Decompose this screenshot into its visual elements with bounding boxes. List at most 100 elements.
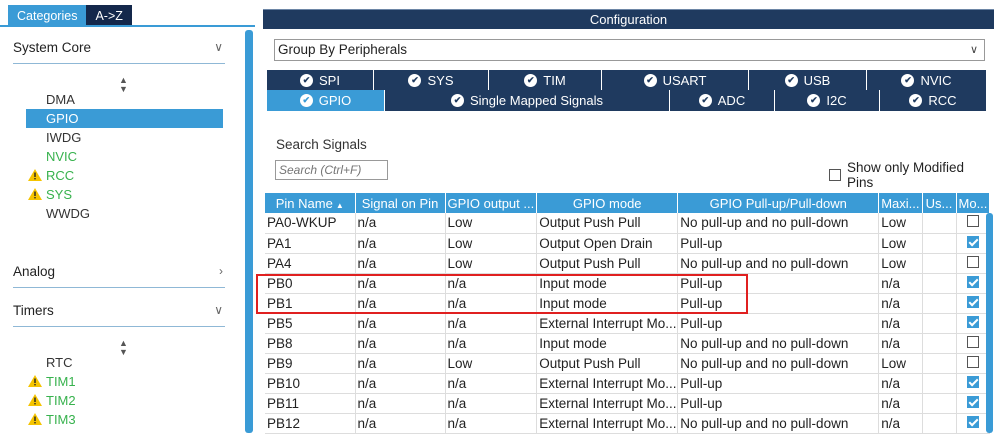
group-by-select[interactable]: Group By Peripherals ∨: [274, 39, 985, 61]
sidebar-scrollbar[interactable]: [245, 30, 253, 433]
sidebar-item-nvic[interactable]: NVIC: [26, 147, 223, 166]
tab-label: USART: [662, 72, 707, 88]
sidebar-item-rtc[interactable]: RTC: [26, 353, 223, 372]
table-cell-mode: External Interrupt Mo...: [536, 373, 679, 394]
check-circle-icon: ✔: [698, 94, 712, 107]
tab-nvic[interactable]: ✔ NVIC: [867, 70, 987, 90]
tab-label: I2C: [826, 93, 847, 108]
modified-checkbox[interactable]: [966, 415, 979, 428]
modified-checkbox[interactable]: [966, 375, 979, 388]
table-cell-modified: [956, 333, 991, 354]
sidebar-item-tim1[interactable]: TIM1: [26, 372, 223, 391]
col-max-speed[interactable]: Maxi...: [878, 193, 923, 213]
tab-categories[interactable]: Categories: [8, 5, 87, 25]
table-cell-pin: PA4: [265, 253, 356, 274]
section-analog[interactable]: Analog ›: [13, 264, 225, 288]
table-cell-output: Low: [445, 233, 538, 254]
table-scrollbar[interactable]: [986, 213, 993, 433]
col-pin-name[interactable]: Pin Name ▲: [265, 193, 356, 213]
table-cell-output: n/a: [445, 273, 538, 294]
table-cell-user: [922, 253, 957, 274]
table-cell-user: [922, 413, 957, 434]
col-signal-on-pin[interactable]: Signal on Pin: [355, 193, 446, 213]
modified-checkbox[interactable]: [966, 235, 979, 248]
table-cell-mode: Output Open Drain: [536, 233, 679, 254]
table-cell-output: n/a: [445, 373, 538, 394]
chevron-down-icon: ∨: [214, 303, 223, 317]
table-cell-modified: [956, 313, 991, 334]
tab-sys[interactable]: ✔ SYS: [374, 70, 489, 90]
table-cell-pull: Pull-up: [677, 393, 880, 414]
sidebar-item-wwdg[interactable]: WWDG: [26, 204, 223, 223]
modified-checkbox[interactable]: [966, 255, 979, 268]
tab-gpio[interactable]: ✔ GPIO: [267, 90, 385, 111]
tab-single-mapped-signals[interactable]: ✔ Single Mapped Signals: [385, 90, 670, 111]
tab-usart[interactable]: ✔ USART: [602, 70, 749, 90]
table-cell-user: [922, 213, 957, 234]
col-user-label[interactable]: Us...: [922, 193, 957, 213]
modified-checkbox[interactable]: [966, 215, 979, 228]
col-gpio-mode[interactable]: GPIO mode: [536, 193, 679, 213]
table-row[interactable]: PB9 n/a Low Output Push Pull No pull-up and …: [265, 353, 991, 374]
table-cell-pull: No pull-up and no pull-down: [677, 413, 880, 434]
table-cell-modified: [956, 253, 991, 274]
col-gpio-output[interactable]: GPIO output ...: [445, 193, 538, 213]
col-modified[interactable]: Mo...: [956, 193, 991, 213]
tab-adc[interactable]: ✔ ADC: [670, 90, 775, 111]
search-input[interactable]: [275, 160, 388, 180]
table-cell-user: [922, 233, 957, 254]
sidebar-item-dma[interactable]: DMA: [26, 90, 223, 109]
modified-checkbox[interactable]: [966, 335, 979, 348]
section-timers[interactable]: Timers ∨: [13, 303, 225, 327]
check-circle-icon: ✔: [807, 94, 821, 107]
table-cell-max: Low: [878, 213, 923, 234]
table-row[interactable]: PA1 n/a Low Output Open Drain Pull-up Low: [265, 233, 991, 254]
tab-i2c[interactable]: ✔ I2C: [775, 90, 880, 111]
tab-rcc[interactable]: ✔ RCC: [880, 90, 987, 111]
modified-checkbox[interactable]: [966, 355, 979, 368]
table-row[interactable]: PB10 n/a n/a External Interrupt Mo... Pull-u…: [265, 373, 991, 394]
sidebar-item-tim2[interactable]: TIM2: [26, 391, 223, 410]
table-cell-mode: Input mode: [536, 293, 679, 314]
tab-usb[interactable]: ✔ USB: [749, 70, 867, 90]
modified-checkbox[interactable]: [966, 295, 979, 308]
table-cell-signal: n/a: [355, 413, 446, 434]
sidebar-item-gpio[interactable]: GPIO: [26, 109, 223, 128]
table-row[interactable]: PA4 n/a Low Output Push Pull No pull-up and …: [265, 253, 991, 274]
sidebar-item-tim3[interactable]: TIM3: [26, 410, 223, 429]
col-gpio-pull[interactable]: GPIO Pull-up/Pull-down: [677, 193, 880, 213]
table-row[interactable]: PB12 n/a n/a External Interrupt Mo... No pul…: [265, 413, 991, 434]
check-circle-icon: ✔: [909, 94, 923, 107]
table-row[interactable]: PB11 n/a n/a External Interrupt Mo... Pull-u…: [265, 393, 991, 414]
table-cell-pull: No pull-up and no pull-down: [677, 353, 880, 374]
show-modified-label: Show only Modified Pins: [847, 160, 965, 190]
table-cell-max: n/a: [878, 413, 923, 434]
table-cell-modified: [956, 413, 991, 434]
table-cell-pin: PB5: [265, 313, 356, 334]
pin-table: Pin Name ▲ Signal on Pin GPIO output ... …: [265, 193, 991, 434]
sidebar-item-sys[interactable]: SYS: [26, 185, 223, 204]
modified-checkbox[interactable]: [966, 315, 979, 328]
table-cell-max: Low: [878, 233, 923, 254]
show-modified-toggle[interactable]: Show only Modified Pins: [829, 160, 994, 190]
table-row[interactable]: PB5 n/a n/a External Interrupt Mo... Pull-up…: [265, 313, 991, 334]
table-cell-user: [922, 333, 957, 354]
table-row[interactable]: PB8 n/a n/a Input mode No pull-up and no pul…: [265, 333, 991, 354]
table-cell-pull: Pull-up: [677, 273, 880, 294]
table-row[interactable]: PB0 n/a n/a Input mode Pull-up n/a: [265, 273, 991, 294]
table-row[interactable]: PA0-WKUP n/a Low Output Push Pull No pull-up…: [265, 213, 991, 234]
check-circle-icon: ✔: [451, 94, 464, 107]
tab-tim[interactable]: ✔ TIM: [489, 70, 602, 90]
sidebar-item-iwdg[interactable]: IWDG: [26, 128, 223, 147]
section-system-core[interactable]: System Core ∨: [13, 40, 225, 64]
checkbox[interactable]: [829, 169, 841, 181]
modified-checkbox[interactable]: [966, 395, 979, 408]
tab-a-z[interactable]: A->Z: [86, 5, 132, 25]
modified-checkbox[interactable]: [966, 275, 979, 288]
sidebar-item-rcc[interactable]: RCC: [26, 166, 223, 185]
tab-label: TIM: [543, 72, 566, 88]
table-row[interactable]: PB1 n/a n/a Input mode Pull-up n/a: [265, 293, 991, 314]
chevron-down-icon: ∨: [214, 40, 223, 54]
check-circle-icon: ✔: [643, 73, 657, 87]
tab-spi[interactable]: ✔ SPI: [267, 70, 374, 90]
